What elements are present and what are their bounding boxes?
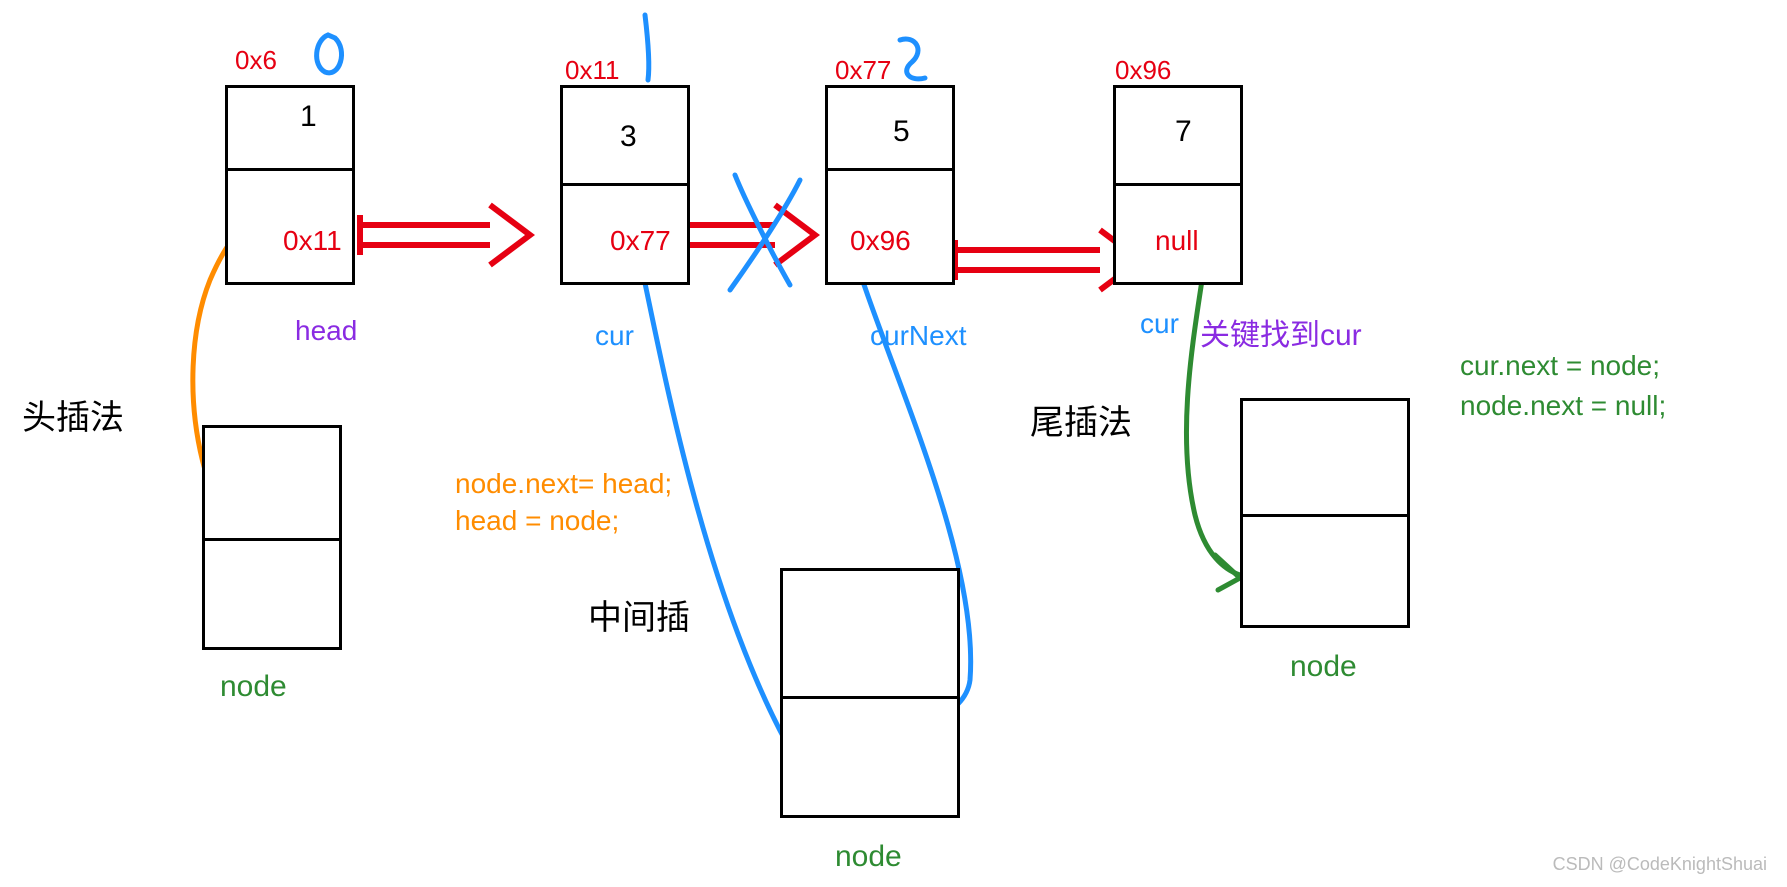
mid-insert-node-label: node: [835, 840, 902, 874]
node1-next: 0x11: [283, 225, 342, 257]
head-insert-code1: node.next= head;: [455, 468, 672, 500]
node4-label: cur: [1140, 308, 1179, 340]
node2-next: 0x77: [610, 225, 671, 257]
watermark: CSDN @CodeKnightShuai: [1553, 854, 1767, 875]
tail-insert-code1: cur.next = node;: [1460, 350, 1660, 382]
head-insert-node: [202, 425, 342, 650]
node1-label: head: [295, 315, 357, 347]
node4-next: null: [1155, 225, 1199, 257]
mid-insert-node: [780, 568, 960, 818]
tail-insert-title: 尾插法: [1030, 395, 1132, 444]
node1-addr: 0x6: [235, 45, 277, 76]
head-insert-code2: head = node;: [455, 505, 619, 537]
node2-label: cur: [595, 320, 634, 352]
node3-val: 5: [893, 115, 910, 149]
node4-addr: 0x96: [1115, 55, 1171, 86]
tail-insert-node-label: node: [1290, 650, 1357, 684]
tail-insert-code2: node.next = null;: [1460, 390, 1666, 422]
head-insert-node-label: node: [220, 670, 287, 704]
node3-label: curNext: [870, 320, 966, 352]
node1-val: 1: [300, 100, 317, 134]
node4-val: 7: [1175, 115, 1192, 149]
head-insert-title: 头插法: [22, 390, 124, 439]
node4-label2: 关键找到cur: [1200, 310, 1362, 354]
node3-addr: 0x77: [835, 55, 891, 86]
node3-next: 0x96: [850, 225, 911, 257]
mid-insert-title: 中间插: [588, 590, 690, 639]
node2-addr: 0x11: [565, 55, 619, 86]
tail-insert-node: [1240, 398, 1410, 628]
node2-val: 3: [620, 120, 637, 154]
